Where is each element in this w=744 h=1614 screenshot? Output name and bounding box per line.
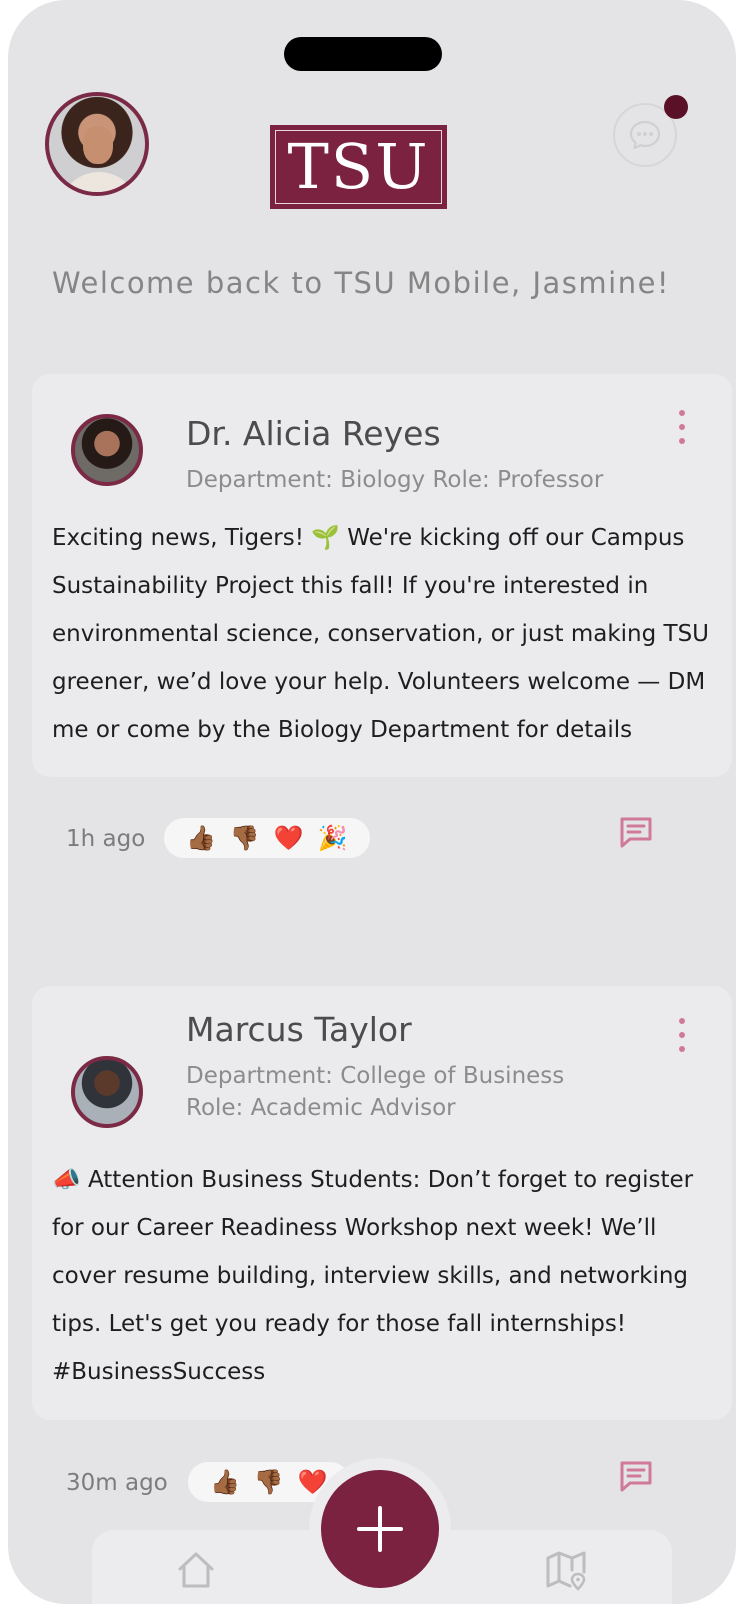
avatar-shirt [59, 172, 139, 192]
post-author[interactable]: Marcus Taylor [186, 1010, 412, 1049]
kebab-dot [679, 1046, 685, 1052]
kebab-dot [679, 1032, 685, 1038]
tsu-logo: TSU [270, 125, 447, 209]
phone-screen: TSU Welcome back to TSU Mobile, Jasmine!… [8, 0, 736, 1604]
home-icon[interactable] [174, 1548, 218, 1592]
post-timestamp: 30m ago [66, 1470, 168, 1496]
thumbs-up-reaction[interactable]: 👍🏾 [210, 1470, 240, 1494]
thumbs-up-reaction[interactable]: 👍🏾 [186, 826, 216, 850]
party-reaction[interactable]: 🎉 [318, 826, 348, 850]
dynamic-island [284, 37, 442, 71]
post-author-meta: Department: Biology Role: Professor [186, 464, 603, 496]
post-body: 📣 Attention Business Students: Don’t for… [52, 1167, 694, 1385]
kebab-dot [679, 1018, 685, 1024]
post-menu-button[interactable] [672, 1018, 692, 1052]
plus-icon [357, 1506, 403, 1552]
post-timestamp: 1h ago [66, 826, 146, 852]
reaction-bar: 👍🏾 👎🏾 ❤️ 🎉 [164, 818, 370, 858]
welcome-message: Welcome back to TSU Mobile, Jasmine! [52, 266, 671, 300]
unread-indicator [664, 95, 688, 119]
logo-text: TSU [275, 130, 442, 204]
thumbs-down-reaction[interactable]: 👎🏾 [230, 826, 260, 850]
post-author[interactable]: Dr. Alicia Reyes [186, 414, 441, 453]
post-body: Exciting news, Tigers! 🌱 We're kicking o… [52, 525, 710, 743]
profile-avatar[interactable] [45, 92, 149, 196]
post-meta-line: Department: College of Business [186, 1063, 565, 1089]
post-author-meta: Department: College of Business Role: Ac… [186, 1060, 564, 1124]
kebab-dot [679, 438, 685, 444]
avatar-face [83, 126, 113, 164]
kebab-dot [679, 424, 685, 430]
author-avatar[interactable] [71, 1056, 143, 1128]
comment-icon[interactable] [616, 1456, 656, 1496]
kebab-dot [679, 410, 685, 416]
comment-icon[interactable] [616, 812, 656, 852]
post-card: Marcus Taylor Department: College of Bus… [32, 986, 732, 1420]
map-pin-icon[interactable] [544, 1548, 588, 1592]
author-avatar[interactable] [71, 414, 143, 486]
heart-reaction[interactable]: ❤️ [274, 826, 304, 850]
post-card: Dr. Alicia Reyes Department: Biology Rol… [32, 374, 732, 777]
create-post-button[interactable] [321, 1470, 439, 1588]
post-meta-line: Role: Academic Advisor [186, 1095, 456, 1121]
thumbs-down-reaction[interactable]: 👎🏾 [254, 1470, 284, 1494]
chat-bubble-icon [629, 120, 661, 150]
post-meta-line: Department: Biology Role: Professor [186, 467, 604, 493]
post-menu-button[interactable] [672, 410, 692, 444]
